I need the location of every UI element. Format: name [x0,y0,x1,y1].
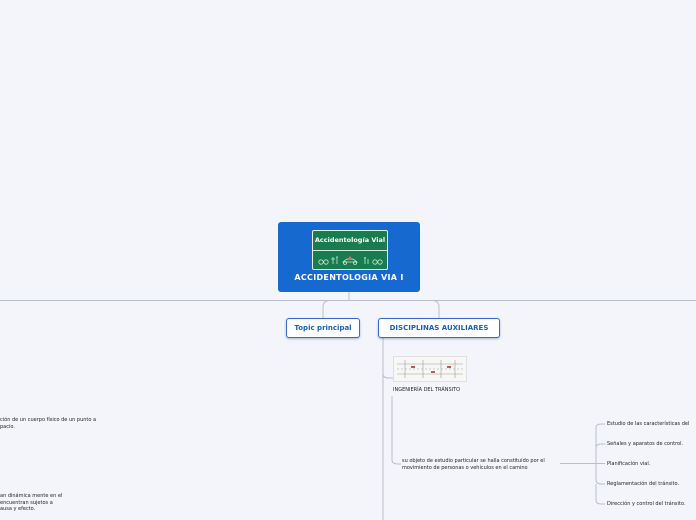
root-badge-image: Accidentología Vial [312,230,388,270]
mind-map-canvas: Accidentología Vial ACCIDENTOLOGIA VIA I… [0,0,696,520]
item-senales-aparatos[interactable]: Señales y aparatos de control. [607,441,683,448]
item-planificacion-vial[interactable]: Planificación vial. [607,461,650,468]
connector-ingenieria-trunk [391,396,401,465]
root-title: ACCIDENTOLOGIA VIA I [294,273,404,282]
connector-item-2 [595,443,605,449]
item-direccion-control[interactable]: Dirección y control del tránsito. [607,501,685,508]
connector-topic-principal [322,300,349,318]
connector-item-4 [595,464,605,485]
connector-item-5 [595,484,605,505]
root-topic[interactable]: Accidentología Vial ACCIDENTOLOGIA VIA I [278,222,420,292]
topic-principal[interactable]: Topic principal [286,318,360,338]
connector-disciplinas [349,300,440,318]
subtopic-objeto-estudio-line2[interactable]: movimiento de personas o vehículos en el… [402,465,528,472]
left-fragment-a-line2[interactable]: pacio. [0,424,15,431]
connector-ingenieria [382,373,393,379]
subtopic-ingenieria-transito[interactable]: INGENIERÍA DEL TRÁNSITO [393,387,460,394]
item-reglamentacion[interactable]: Reglamentación del tránsito. [607,481,679,488]
left-fragment-b-line3[interactable]: ausa y efecto. [0,506,35,513]
traffic-scene-icon [318,256,383,265]
item-estudio-caracteristicas[interactable]: Estudio de las características del [607,421,689,428]
badge-title: Accidentología Vial [313,231,387,251]
topic-disciplinas-auxiliares[interactable]: DISCIPLINAS AUXILIARES [378,318,500,338]
road-diagram-thumbnail-icon [393,356,467,382]
